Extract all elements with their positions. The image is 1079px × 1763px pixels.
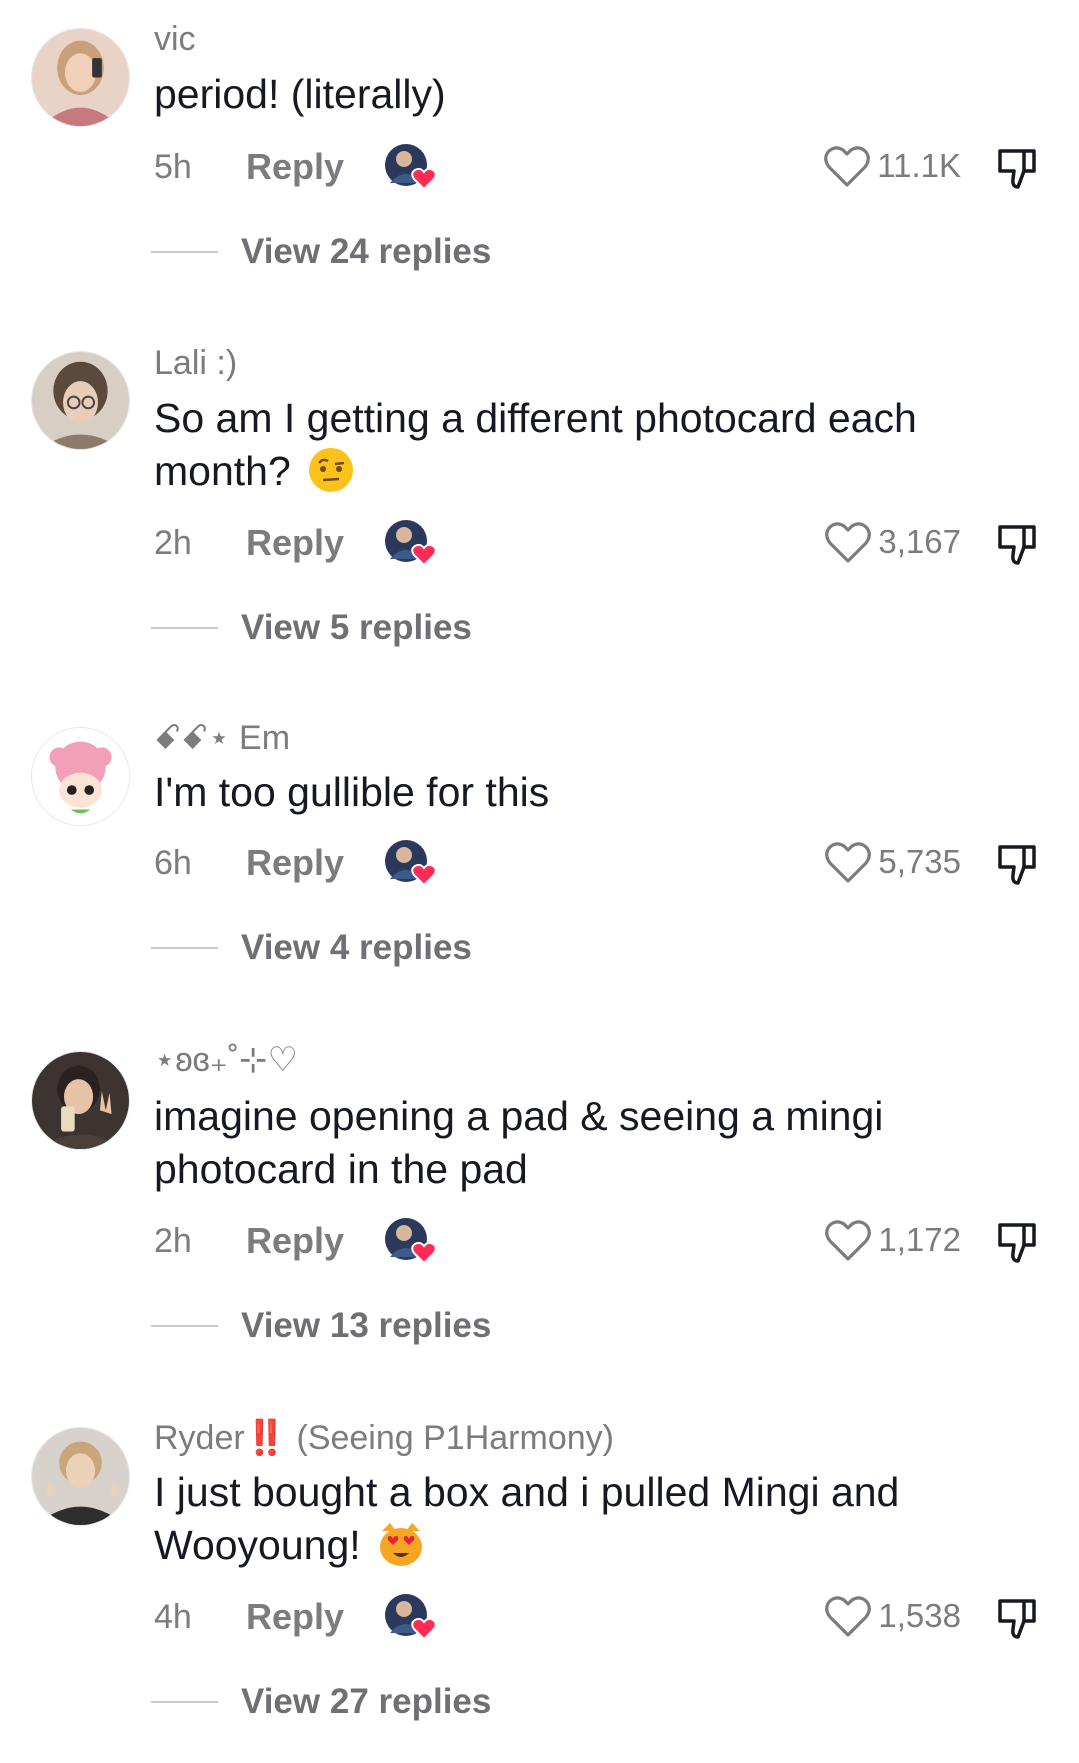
heart-eyes-cat-emoji: [380, 1523, 423, 1566]
double-exclamation-emoji: ‼️: [244, 1419, 288, 1457]
avatar-photo-icon: [32, 29, 129, 126]
comment-text: I'm too gullible for this: [154, 769, 550, 815]
view-replies-divider: [151, 627, 218, 629]
comment-time: 2h: [154, 1222, 192, 1260]
avatar-vic[interactable]: [31, 28, 130, 127]
comment-text: I just bought a box and i pulled Mingi a…: [154, 1466, 1014, 1572]
avatar-ryder[interactable]: [31, 1427, 130, 1526]
comment-time: 4h: [154, 1598, 192, 1636]
creator-liked-icon: [385, 144, 437, 191]
creator-liked-icon: [385, 840, 437, 887]
dislike-icon[interactable]: [996, 147, 1038, 191]
reply-button[interactable]: Reply: [246, 146, 344, 188]
reply-button[interactable]: Reply: [246, 1596, 344, 1638]
comment-time: 6h: [154, 844, 192, 882]
like-group[interactable]: 11.1K: [823, 143, 961, 189]
username-prefix: Ryder: [154, 1419, 245, 1457]
comment-text: So am I getting a different photocard ea…: [154, 392, 1014, 498]
like-group[interactable]: 1,538: [824, 1593, 961, 1639]
username-suffix: (Seeing P1Harmony): [287, 1419, 614, 1457]
heart-icon[interactable]: [824, 519, 872, 565]
comment-text: imagine opening a pad & seeing a mingi p…: [154, 1093, 884, 1192]
comment-text-content: I just bought a box and i pulled Mingi a…: [154, 1469, 900, 1568]
like-group[interactable]: 1,172: [824, 1217, 961, 1263]
creator-liked-icon: [385, 1218, 437, 1265]
like-count: 3,167: [878, 523, 961, 560]
comment-text: period! (literally): [154, 71, 446, 117]
heart-icon[interactable]: [824, 1217, 872, 1263]
reply-button[interactable]: Reply: [246, 1220, 344, 1262]
reply-button[interactable]: Reply: [246, 522, 344, 564]
avatar-user4[interactable]: [31, 1051, 130, 1150]
comment-text-content: So am I getting a different photocard ea…: [154, 395, 917, 494]
view-replies-divider: [151, 1701, 218, 1703]
like-count: 1,538: [878, 1597, 961, 1634]
comment-username[interactable]: vic: [154, 20, 196, 59]
view-replies-button[interactable]: View 24 replies: [241, 232, 491, 272]
dislike-icon[interactable]: [996, 843, 1038, 887]
dislike-icon[interactable]: [996, 1597, 1038, 1641]
like-group[interactable]: 3,167: [824, 519, 961, 565]
heart-icon[interactable]: [824, 1593, 872, 1639]
creator-liked-icon: [385, 520, 437, 567]
view-replies-divider: [151, 947, 218, 949]
comment-username[interactable]: Lali :): [154, 344, 237, 383]
creator-liked-icon: [385, 1594, 437, 1641]
avatar-photo-icon: [32, 1428, 129, 1525]
view-replies-divider: [151, 1325, 218, 1327]
like-group[interactable]: 5,735: [824, 839, 961, 885]
view-replies-button[interactable]: View 5 replies: [241, 608, 472, 648]
avatar-em[interactable]: [31, 727, 130, 826]
view-replies-divider: [151, 251, 218, 253]
comment-username[interactable]: ⋆ʚ‌ɞ₊˚⊹♡: [154, 1040, 298, 1080]
dislike-icon[interactable]: [996, 1221, 1038, 1265]
view-replies-button[interactable]: View 13 replies: [241, 1306, 491, 1346]
avatar-lali[interactable]: [31, 351, 130, 450]
avatar-photo-icon: [32, 1052, 129, 1149]
like-count: 1,172: [878, 1221, 961, 1258]
comment-time: 2h: [154, 524, 192, 562]
avatar-doll-icon: [32, 728, 129, 825]
heart-icon[interactable]: [824, 839, 872, 885]
view-replies-button[interactable]: View 27 replies: [241, 1682, 491, 1722]
comment-time: 5h: [154, 148, 192, 186]
avatar-photo-icon: [32, 352, 129, 449]
view-replies-button[interactable]: View 4 replies: [241, 928, 472, 968]
like-count: 5,735: [878, 843, 961, 880]
heart-icon[interactable]: [823, 143, 871, 189]
comment-username[interactable]: Ryder‼️ (Seeing P1Harmony): [154, 1418, 614, 1458]
comment-username[interactable]: ꗃꗃ⋆ Em: [154, 718, 290, 758]
reply-button[interactable]: Reply: [246, 842, 344, 884]
like-count: 11.1K: [877, 147, 961, 184]
raised-eyebrow-emoji: [309, 448, 354, 492]
dislike-icon[interactable]: [996, 523, 1038, 567]
